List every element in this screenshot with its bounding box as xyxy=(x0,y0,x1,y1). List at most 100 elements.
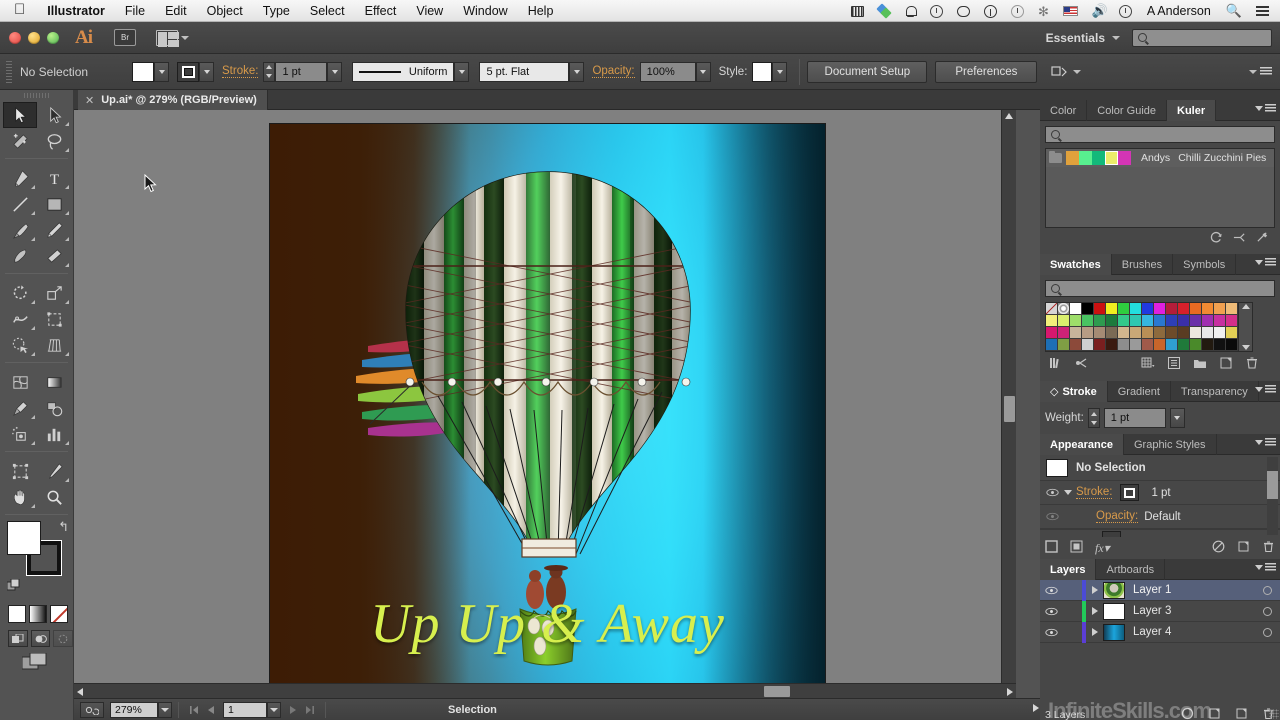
tab-graphic-styles[interactable]: Graphic Styles xyxy=(1124,434,1217,455)
artboard-number-dropdown[interactable] xyxy=(267,701,281,718)
width-tool[interactable] xyxy=(3,306,37,332)
blend-tool[interactable] xyxy=(37,395,71,421)
menu-object[interactable]: Object xyxy=(197,0,253,22)
edit-in-kuler-icon[interactable] xyxy=(1233,231,1246,247)
layer-target-icon[interactable] xyxy=(1263,585,1272,595)
swatch-cell[interactable] xyxy=(1166,339,1178,351)
swatch-cell[interactable] xyxy=(1058,315,1070,327)
stroke-weight-label[interactable]: Stroke: xyxy=(222,65,259,78)
layer-target-icon[interactable] xyxy=(1263,606,1272,616)
swatch-cell[interactable] xyxy=(1166,327,1178,339)
add-new-stroke-icon[interactable] xyxy=(1045,540,1058,556)
appearance-row-stroke[interactable]: Stroke: 1 pt xyxy=(1040,481,1280,505)
film-icon[interactable] xyxy=(844,5,871,17)
layer-visibility-icon[interactable] xyxy=(1040,628,1062,637)
swatch-cell[interactable] xyxy=(1202,315,1214,327)
swatch-cell[interactable] xyxy=(1082,315,1094,327)
control-bar-grip[interactable] xyxy=(6,60,12,83)
brush-definition-select[interactable]: 5 pt. Flat xyxy=(479,61,570,82)
panel-menu-button[interactable] xyxy=(1255,563,1276,571)
swatch-cell[interactable] xyxy=(1130,315,1142,327)
variable-width-profile-select[interactable]: Uniform xyxy=(352,61,455,82)
document-setup-button[interactable]: Document Setup xyxy=(807,60,928,83)
visibility-toggle-icon[interactable] xyxy=(1044,512,1060,521)
lasso-tool[interactable] xyxy=(37,128,71,154)
swatch-cell[interactable] xyxy=(1178,315,1190,327)
refresh-icon[interactable] xyxy=(1210,231,1223,247)
swatch-cell[interactable] xyxy=(1118,327,1130,339)
paintbrush-tool[interactable] xyxy=(3,217,37,243)
menu-help[interactable]: Help xyxy=(518,0,564,22)
swatch-cell[interactable] xyxy=(1070,303,1082,315)
chat-icon[interactable] xyxy=(950,5,977,17)
swatch-cell[interactable] xyxy=(1130,303,1142,315)
swatch-cell[interactable] xyxy=(1130,327,1142,339)
swatch-cell[interactable] xyxy=(1142,315,1154,327)
swatch-cell[interactable] xyxy=(1226,315,1238,327)
flag-icon[interactable] xyxy=(1056,6,1085,16)
swatch-cell[interactable] xyxy=(1142,303,1154,315)
swatch-cell[interactable] xyxy=(1046,339,1058,351)
swatch-cell[interactable] xyxy=(1082,303,1094,315)
zoom-level-input[interactable]: 279% xyxy=(110,701,158,718)
swatch-cell[interactable] xyxy=(1178,339,1190,351)
panel-menu-button[interactable] xyxy=(1255,438,1276,446)
appearance-scroll-thumb[interactable] xyxy=(1267,471,1278,499)
menu-edit[interactable]: Edit xyxy=(155,0,197,22)
opacity-label[interactable]: Opacity: xyxy=(592,65,635,78)
type-tool[interactable]: T xyxy=(37,165,71,191)
menu-effect[interactable]: Effect xyxy=(355,0,407,22)
panel-menu-button[interactable] xyxy=(1255,385,1276,393)
swatch-cell[interactable] xyxy=(1154,327,1166,339)
tab-kuler[interactable]: Kuler xyxy=(1167,100,1217,121)
menu-file[interactable]: File xyxy=(115,0,155,22)
default-fill-stroke-icon[interactable] xyxy=(6,578,21,593)
menu-window[interactable]: Window xyxy=(453,0,517,22)
rectangle-tool[interactable] xyxy=(37,191,71,217)
gradient-mode-icon[interactable] xyxy=(29,605,47,623)
appearance-stroke-label[interactable]: Stroke: xyxy=(1076,486,1113,499)
swatch-cell[interactable] xyxy=(1094,339,1106,351)
zoom-window-button[interactable] xyxy=(47,31,59,44)
tab-artboards[interactable]: Artboards xyxy=(1096,559,1166,580)
artboard-nav-first-icon[interactable] xyxy=(185,705,203,715)
pen-tool[interactable] xyxy=(3,165,37,191)
menu-illustrator[interactable]: Illustrator xyxy=(37,0,115,22)
go-to-bridge-button[interactable]: Br xyxy=(114,29,136,46)
add-new-effect-icon[interactable]: fx▾ xyxy=(1095,541,1110,556)
panel-menu-button[interactable] xyxy=(1255,104,1276,112)
swatch-cell[interactable] xyxy=(1046,315,1058,327)
scroll-down-arrow[interactable] xyxy=(1241,345,1250,350)
hand-tool[interactable] xyxy=(3,484,37,510)
add-to-swatches-icon[interactable] xyxy=(1256,231,1269,247)
kuler-swatch-3[interactable] xyxy=(1105,151,1118,165)
swatch-cell[interactable] xyxy=(1154,315,1166,327)
swatch-cell[interactable] xyxy=(1118,315,1130,327)
pencil-tool[interactable] xyxy=(37,217,71,243)
selection-tool[interactable] xyxy=(3,102,37,128)
preferences-button[interactable]: Preferences xyxy=(935,60,1038,83)
eyedropper-tool[interactable] xyxy=(3,395,37,421)
layer-target-icon[interactable] xyxy=(1263,627,1272,637)
swatch-cell[interactable] xyxy=(1166,303,1178,315)
line-segment-tool[interactable] xyxy=(3,191,37,217)
volume-icon[interactable]: 🔊 xyxy=(1085,4,1112,17)
swatch-cell[interactable] xyxy=(1082,327,1094,339)
visibility-toggle-icon[interactable] xyxy=(1044,488,1060,497)
swatch-options-icon[interactable] xyxy=(1167,356,1193,373)
layer-row-3[interactable]: Layer 3 xyxy=(1040,600,1280,622)
tab-color[interactable]: Color xyxy=(1040,100,1088,121)
rotate-tool[interactable] xyxy=(3,280,37,306)
shape-builder-tool[interactable] xyxy=(3,332,37,358)
bell-icon[interactable] xyxy=(898,5,923,17)
kuler-theme-list[interactable]: Andys Chilli Zucchini Pies xyxy=(1045,148,1275,228)
delete-item-icon[interactable] xyxy=(1262,540,1275,556)
swatch-cell[interactable] xyxy=(1142,327,1154,339)
swatch-cell[interactable] xyxy=(1106,339,1118,351)
clock-icon[interactable] xyxy=(1112,4,1139,18)
artboard-tool[interactable] xyxy=(3,458,37,484)
menu-select[interactable]: Select xyxy=(300,0,355,22)
history-icon[interactable] xyxy=(1004,4,1031,18)
swatch-cell[interactable] xyxy=(1178,327,1190,339)
artboard-nav-next-icon[interactable] xyxy=(285,705,301,715)
